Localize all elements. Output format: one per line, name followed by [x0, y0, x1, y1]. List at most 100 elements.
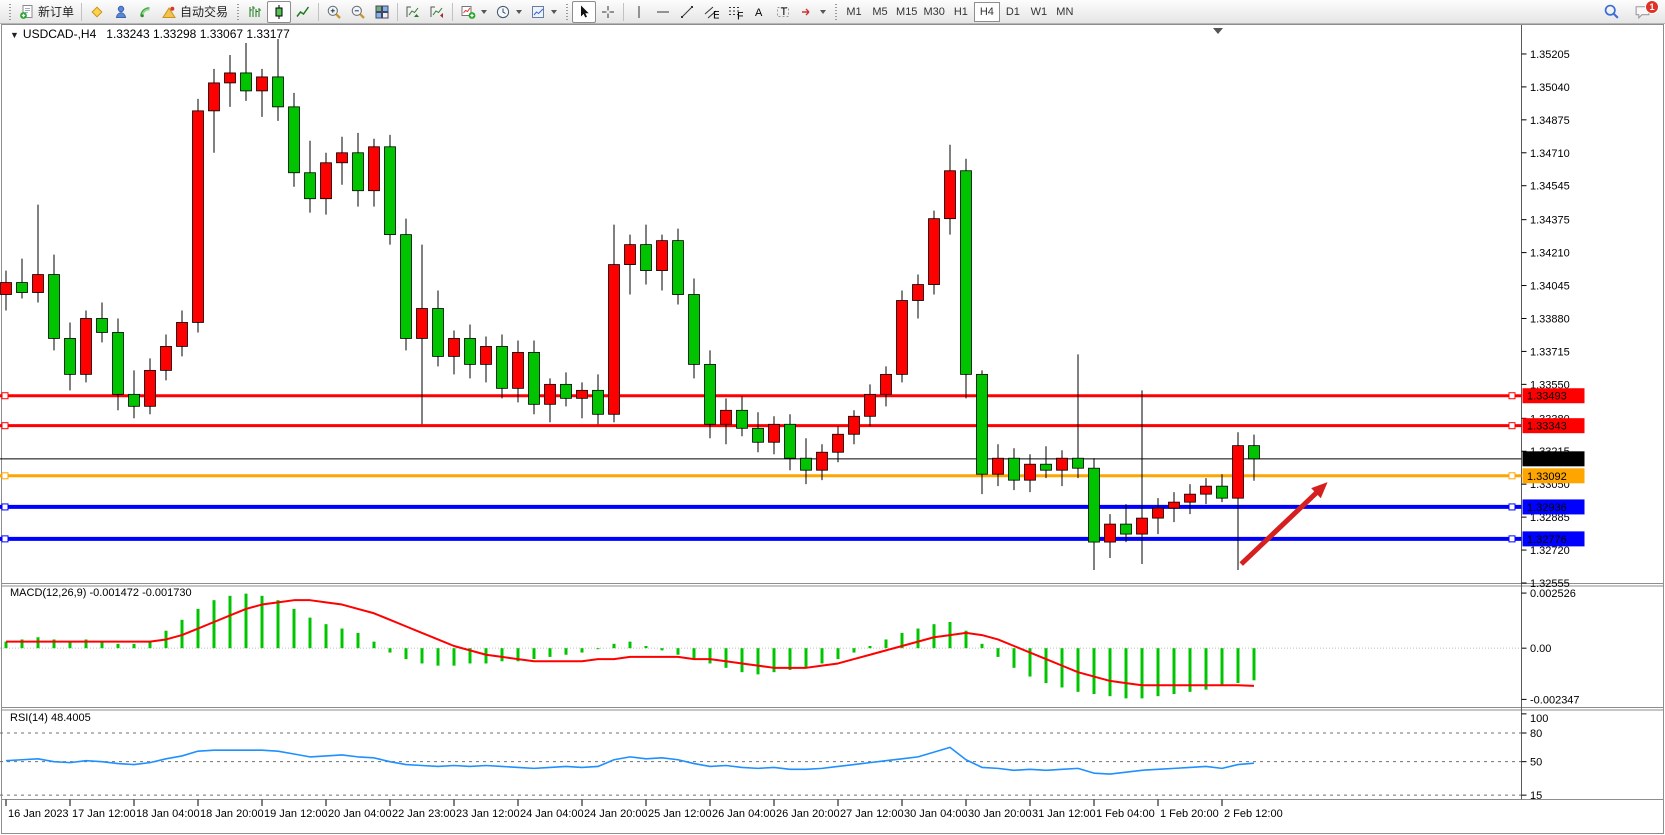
zoom-in-icon	[326, 4, 342, 20]
candle	[929, 211, 940, 295]
search-button[interactable]	[1599, 1, 1624, 23]
templates-button[interactable]	[526, 1, 561, 23]
fibonacci-button[interactable]: F	[723, 1, 747, 23]
svg-text:A: A	[755, 7, 763, 19]
add-indicator-button[interactable]	[456, 1, 491, 23]
auto-trading-label: 自动交易	[180, 3, 228, 20]
svg-text:15: 15	[1530, 790, 1542, 802]
auto-trading-button[interactable]: 自动交易	[157, 1, 232, 23]
chart-menu-icon[interactable]: ▼	[10, 27, 17, 41]
separator	[397, 3, 398, 21]
auto-scroll-button[interactable]	[401, 1, 425, 23]
text-button[interactable]: A	[747, 1, 771, 23]
auto-trading-icon	[161, 4, 177, 20]
timeframe-button-m15[interactable]: M15	[893, 2, 920, 22]
timeframe-button-d1[interactable]: D1	[1000, 2, 1026, 22]
notifications-button[interactable]: 1	[1630, 1, 1655, 23]
svg-text:1.34210: 1.34210	[1530, 248, 1570, 260]
price-chart[interactable]: 1.352051.350401.348751.347101.345451.343…	[0, 0, 1665, 835]
svg-text:1.34710: 1.34710	[1530, 148, 1570, 160]
svg-text:0.002526: 0.002526	[1530, 588, 1576, 600]
svg-text:24 Jan 20:00: 24 Jan 20:00	[584, 808, 648, 820]
bar-chart-button[interactable]	[243, 1, 267, 23]
svg-text:1.33880: 1.33880	[1530, 313, 1570, 325]
bar-chart-icon	[247, 4, 263, 20]
svg-text:18 Jan 04:00: 18 Jan 04:00	[136, 808, 200, 820]
svg-text:1.32720: 1.32720	[1530, 545, 1570, 557]
svg-text:1.32776: 1.32776	[1527, 534, 1567, 546]
timeframe-button-m5[interactable]: M5	[867, 2, 893, 22]
periods-button[interactable]	[491, 1, 526, 23]
timeframe-button-h4[interactable]: H4	[974, 2, 1000, 22]
toolbar-grip	[564, 4, 569, 20]
svg-text:22 Jan 23:00: 22 Jan 23:00	[392, 808, 456, 820]
candle	[961, 159, 972, 399]
svg-text:1.34045: 1.34045	[1530, 281, 1570, 293]
chart-shift-button[interactable]	[425, 1, 449, 23]
separator	[81, 3, 82, 21]
tile-windows-button[interactable]	[370, 1, 394, 23]
svg-text:30 Jan 04:00: 30 Jan 04:00	[904, 808, 968, 820]
timeframe-button-mn[interactable]: MN	[1052, 2, 1078, 22]
svg-text:80: 80	[1530, 728, 1542, 740]
chevron-down-icon	[551, 10, 557, 14]
chart-frame	[2, 25, 1664, 834]
svg-text:50: 50	[1530, 757, 1542, 769]
svg-text:E: E	[713, 9, 719, 20]
zoom-out-button[interactable]	[346, 1, 370, 23]
svg-text:T: T	[781, 6, 788, 18]
candle	[289, 93, 300, 187]
line-chart-button[interactable]	[291, 1, 315, 23]
new-order-button[interactable]: 新订单	[15, 1, 78, 23]
svg-text:2 Feb 12:00: 2 Feb 12:00	[1224, 808, 1283, 820]
toolbar-grip	[833, 4, 838, 20]
candlestick-chart-button[interactable]	[267, 1, 291, 23]
separator	[318, 3, 319, 21]
timeframe-button-m1[interactable]: M1	[841, 2, 867, 22]
trading-terminal: 新订单 自动交易 E F A T	[0, 0, 1665, 835]
channel-button[interactable]: E	[699, 1, 723, 23]
svg-text:24 Jan 04:00: 24 Jan 04:00	[520, 808, 584, 820]
chart-shift-icon	[429, 4, 445, 20]
svg-text:26 Jan 20:00: 26 Jan 20:00	[776, 808, 840, 820]
svg-text:27 Jan 12:00: 27 Jan 12:00	[840, 808, 904, 820]
horizontal-line-button[interactable]	[651, 1, 675, 23]
svg-text:1.33493: 1.33493	[1527, 391, 1567, 403]
candlestick-icon	[271, 4, 287, 20]
notification-badge: 1	[1645, 0, 1659, 14]
toolbar-right: 1	[1599, 1, 1661, 23]
tile-windows-icon	[374, 4, 390, 20]
text-label-button[interactable]: T	[771, 1, 795, 23]
auto-scroll-icon	[405, 4, 421, 20]
chevron-down-icon	[516, 10, 522, 14]
chart-title: ▼ USDCAD-,H4 1.33243 1.33298 1.33067 1.3…	[10, 27, 290, 41]
crosshair-icon	[600, 4, 616, 20]
cursor-button[interactable]	[572, 1, 596, 23]
crosshair-button[interactable]	[596, 1, 620, 23]
market-watch-button[interactable]	[85, 1, 109, 23]
timeframe-button-w1[interactable]: W1	[1026, 2, 1052, 22]
svg-text:1.33092: 1.33092	[1527, 471, 1567, 483]
vertical-line-button[interactable]	[627, 1, 651, 23]
main-toolbar: 新订单 自动交易 E F A T	[0, 0, 1665, 24]
zoom-out-icon	[350, 4, 366, 20]
signals-button[interactable]	[133, 1, 157, 23]
clock-icon	[495, 4, 511, 20]
trendline-button[interactable]	[675, 1, 699, 23]
candle	[193, 99, 204, 333]
svg-text:1.33715: 1.33715	[1530, 346, 1570, 358]
svg-text:1.34545: 1.34545	[1530, 181, 1570, 193]
svg-text:31 Jan 12:00: 31 Jan 12:00	[1032, 808, 1096, 820]
rsi-label: RSI(14) 48.4005	[10, 712, 91, 724]
timeframe-button-h1[interactable]: H1	[948, 2, 974, 22]
zoom-in-button[interactable]	[322, 1, 346, 23]
svg-text:18 Jan 20:00: 18 Jan 20:00	[200, 808, 264, 820]
timeframe-button-m30[interactable]: M30	[920, 2, 947, 22]
cursor-icon	[576, 4, 592, 20]
depth-of-market-button[interactable]	[109, 1, 133, 23]
svg-text:F: F	[737, 10, 743, 20]
svg-text:1.35040: 1.35040	[1530, 82, 1570, 94]
chevron-down-icon	[820, 10, 826, 14]
timeframe-group: M1M5M15M30H1H4D1W1MN	[841, 2, 1078, 22]
arrows-button[interactable]	[795, 1, 830, 23]
